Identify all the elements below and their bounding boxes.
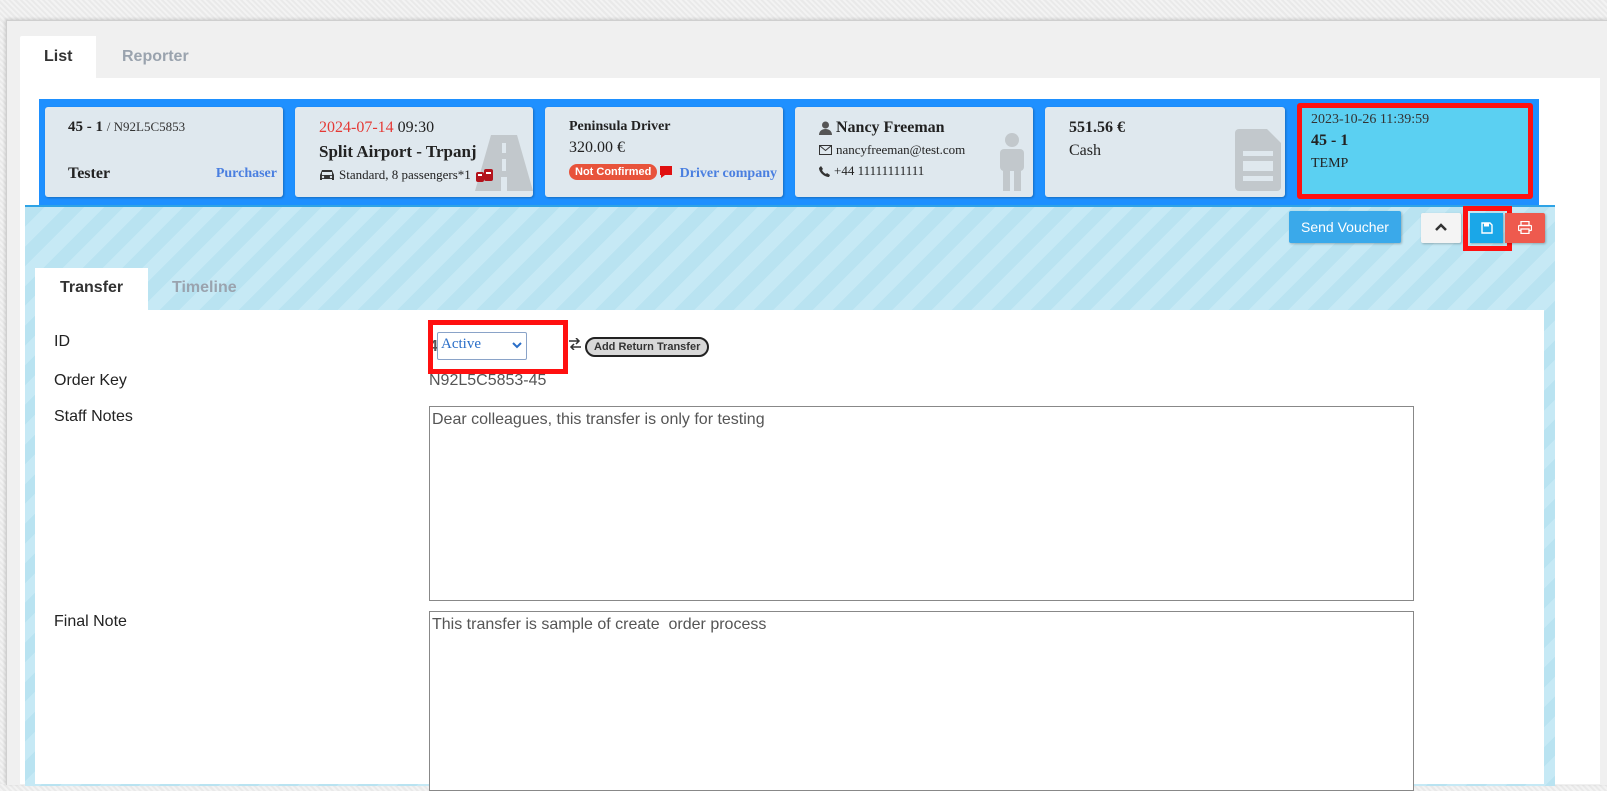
order-id: 45 - 1 [68, 119, 103, 135]
passenger-email: nancyfreeman@test.com [836, 142, 966, 157]
record-card[interactable]: 2023-10-26 11:39:59 45 - 1 TEMP [1297, 103, 1533, 199]
user-icon [819, 121, 832, 135]
invoice-icon [1235, 129, 1281, 191]
swap-arrows-icon [568, 338, 582, 350]
print-button[interactable] [1505, 213, 1545, 243]
collapse-button[interactable] [1421, 213, 1461, 243]
driver-price: 320.00 € [569, 139, 625, 156]
passenger-phone: +44 11111111111 [834, 163, 925, 178]
tab-transfer[interactable]: Transfer [35, 268, 149, 310]
status-selected-value: Active [441, 336, 481, 352]
order-key-label: Order Key [54, 372, 127, 389]
record-id: 45 - 1 [1311, 132, 1349, 149]
order-card[interactable]: 45 - 1 / N92L5C5853 Tester Purchaser [45, 107, 283, 197]
chevron-up-icon [1435, 223, 1447, 231]
phone-icon [819, 165, 830, 177]
transfer-card[interactable]: 2024-07-14 09:30 Split Airport - Trpanj … [295, 107, 533, 197]
status-badge: Not Confirmed [569, 164, 658, 180]
payment-amount: 551.56 € [1069, 119, 1125, 136]
record-timestamp: 2023-10-26 11:39:59 [1311, 112, 1430, 127]
vehicle-info: Standard, 8 passengers*1 [339, 167, 471, 182]
order-key-value: N92L5C5853-45 [429, 372, 547, 389]
status-select-highlight: Active [428, 320, 568, 374]
person-silhouette-icon [995, 133, 1029, 191]
car-icon [319, 169, 335, 181]
status-select[interactable]: Active [437, 332, 527, 360]
tab-timeline[interactable]: Timeline [147, 268, 262, 310]
payment-card[interactable]: 551.56 € Cash [1045, 107, 1285, 197]
printer-icon [1518, 221, 1532, 234]
chevron-down-icon [512, 342, 522, 349]
transfer-form: ID 45-1 Order Key N92L5C5853-45 Staff No… [35, 310, 1544, 791]
send-voucher-button[interactable]: Send Voucher [1289, 211, 1401, 243]
transfer-time: 09:30 [397, 119, 435, 136]
luggage-icon [475, 167, 495, 183]
tab-list[interactable]: List [20, 36, 97, 80]
order-key: / N92L5C5853 [106, 119, 186, 134]
staff-notes-field[interactable]: Dear colleagues, this transfer is only f… [429, 406, 1414, 601]
transfer-date: 2024-07-14 [319, 119, 394, 136]
passenger-name: Nancy Freeman [836, 119, 945, 136]
payment-method: Cash [1069, 142, 1101, 159]
driver-name: Peninsula Driver [569, 119, 671, 134]
comment-icon[interactable] [659, 165, 673, 179]
purchaser-link[interactable]: Purchaser [216, 166, 277, 182]
envelope-icon [819, 145, 832, 155]
add-return-transfer-button[interactable]: Add Return Transfer [585, 337, 710, 357]
tab-reporter[interactable]: Reporter [98, 36, 213, 80]
staff-notes-label: Staff Notes [54, 408, 133, 425]
final-note-field[interactable]: This transfer is sample of create order … [429, 611, 1414, 791]
purchaser-name: Tester [68, 165, 111, 182]
passenger-card[interactable]: Nancy Freeman nancyfreeman@test.com +44 … [795, 107, 1033, 197]
record-status: TEMP [1311, 156, 1349, 171]
id-label: ID [54, 333, 70, 350]
driver-card[interactable]: Peninsula Driver 320.00 € Not Confirmed … [545, 107, 783, 197]
order-summary-bar: 45 - 1 / N92L5C5853 Tester Purchaser 202… [39, 99, 1539, 205]
transfer-route: Split Airport - Trpanj [319, 142, 477, 161]
final-note-label: Final Note [54, 613, 127, 630]
driver-company-link[interactable]: Driver company [680, 166, 777, 182]
